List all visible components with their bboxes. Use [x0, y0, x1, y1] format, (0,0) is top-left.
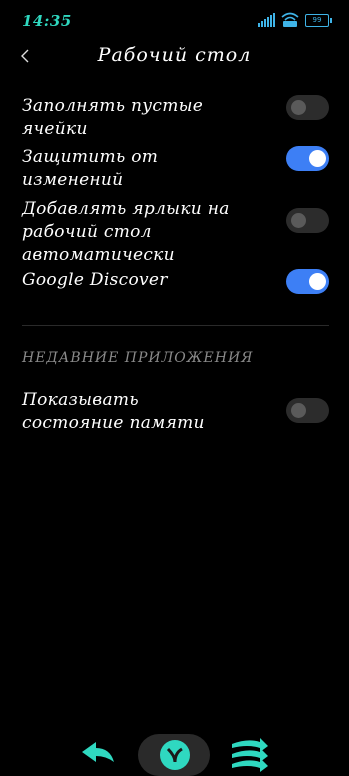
setting-google-discover[interactable]: Google Discover — [22, 269, 329, 294]
page-title: Рабочий стол — [97, 44, 252, 66]
status-time: 14:35 — [22, 12, 72, 30]
wifi-icon — [281, 12, 299, 27]
setting-show-memory-status[interactable]: Показывать состояние памяти — [22, 389, 329, 435]
recents-icon[interactable] — [228, 734, 270, 772]
setting-label: Google Discover — [22, 270, 168, 290]
setting-label: Добавлять ярлыки на рабочий стол автомат… — [22, 199, 230, 265]
toggle-switch[interactable] — [286, 95, 329, 120]
setting-protect-changes[interactable]: Защитить от изменений — [22, 146, 329, 190]
setting-fill-empty-cells[interactable]: Заполнять пустые ячейки — [22, 95, 329, 139]
battery-icon: 99 — [305, 14, 332, 27]
toggle-switch[interactable] — [286, 269, 329, 294]
back-arrow-icon[interactable] — [78, 736, 118, 770]
home-button[interactable] — [138, 734, 210, 776]
setting-label: Показывать состояние памяти — [22, 390, 205, 433]
navigation-bar — [0, 730, 349, 776]
signal-icon — [258, 13, 275, 27]
toggle-switch[interactable] — [286, 398, 329, 423]
status-icons: 99 — [258, 11, 332, 27]
section-header-recent-apps: НЕДАВНИЕ ПРИЛОЖЕНИЯ — [22, 350, 254, 366]
home-icon — [160, 740, 190, 770]
status-bar: 14:35 99 — [0, 0, 349, 40]
home-glyph-icon — [166, 747, 183, 763]
setting-auto-add-shortcuts[interactable]: Добавлять ярлыки на рабочий стол автомат… — [22, 198, 329, 265]
divider — [22, 325, 329, 326]
toggle-switch[interactable] — [286, 208, 329, 233]
toggle-switch[interactable] — [286, 146, 329, 171]
header: Рабочий стол — [0, 38, 349, 78]
setting-label: Защитить от изменений — [22, 147, 159, 190]
setting-label: Заполнять пустые ячейки — [22, 96, 204, 139]
